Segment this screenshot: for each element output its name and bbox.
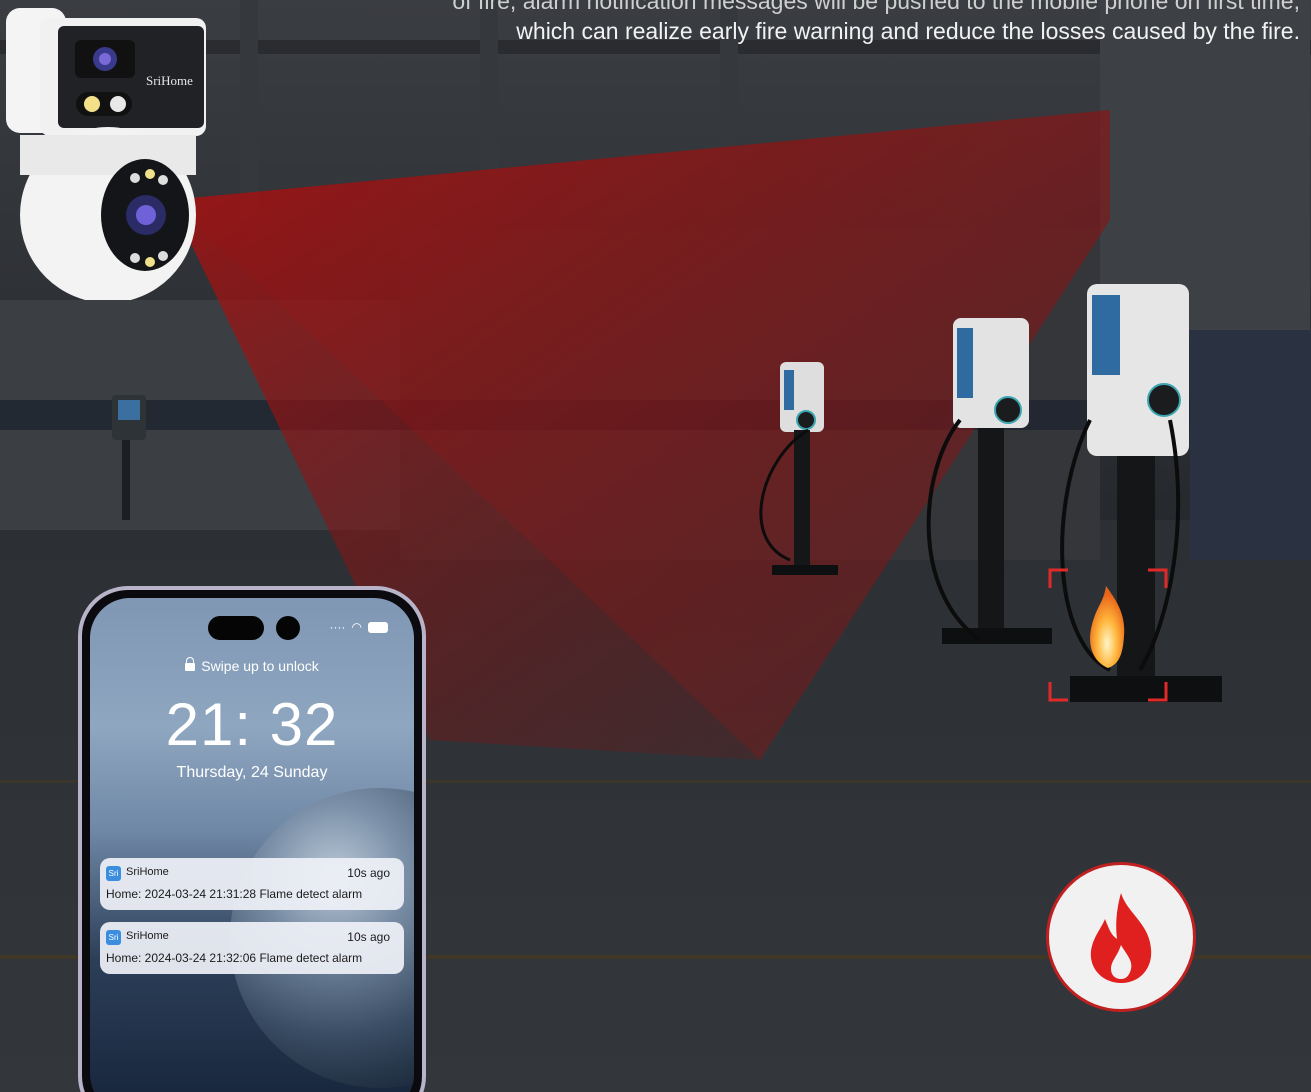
- swipe-unlock-hint[interactable]: Swipe up to unlock: [90, 657, 414, 674]
- lock-screen-date: Thursday, 24 Sunday: [176, 764, 328, 781]
- scene: of fire, alarm notification messages wil…: [0, 0, 1311, 1092]
- dynamic-island: [208, 616, 264, 640]
- fire-alert-badge: [1046, 862, 1196, 1012]
- notification-card[interactable]: Sri SriHome 10s ago Home: 2024-03-24 21:…: [100, 922, 404, 974]
- notification-card[interactable]: Sri SriHome 10s ago Home: 2024-03-24 21:…: [100, 858, 404, 910]
- caption-line-2: which can realize early fire warning and…: [516, 18, 1300, 44]
- notification-time-ago: 10s ago: [347, 866, 390, 880]
- notification-app-name: SriHome: [126, 930, 169, 942]
- srihome-app-icon: Sri: [106, 930, 121, 945]
- security-camera: SriHome: [0, 0, 210, 303]
- wifi-icon: ◠: [351, 620, 362, 634]
- battery-icon: [368, 621, 388, 633]
- lock-screen[interactable]: ···· ◠ Swipe up to unlock 21: 32 Thursda…: [90, 598, 414, 1092]
- front-camera: [276, 616, 300, 640]
- signal-icon: ····: [329, 620, 346, 634]
- smartphone: ···· ◠ Swipe up to unlock 21: 32 Thursda…: [78, 586, 426, 1092]
- notification-time-ago: 10s ago: [347, 930, 390, 944]
- notification-app-name: SriHome: [126, 866, 169, 878]
- notification-message: Home: 2024-03-24 21:32:06 Flame detect a…: [106, 951, 363, 965]
- notification-message: Home: 2024-03-24 21:31:28 Flame detect a…: [106, 887, 363, 901]
- srihome-app-icon: Sri: [106, 866, 121, 881]
- camera-brand-logo: SriHome: [146, 73, 193, 88]
- unlock-text: Swipe up to unlock: [201, 658, 319, 674]
- lock-icon: [185, 657, 196, 671]
- caption: of fire, alarm notification messages wil…: [300, 0, 1300, 46]
- lock-screen-time: 21: 32: [165, 691, 339, 758]
- phone-bezel: ···· ◠ Swipe up to unlock 21: 32 Thursda…: [82, 590, 422, 1092]
- camera-illustration: [6, 8, 206, 303]
- status-bar: ···· ◠: [330, 620, 388, 634]
- caption-line-1: of fire, alarm notification messages wil…: [452, 0, 1300, 14]
- fire-icon: [1090, 893, 1152, 983]
